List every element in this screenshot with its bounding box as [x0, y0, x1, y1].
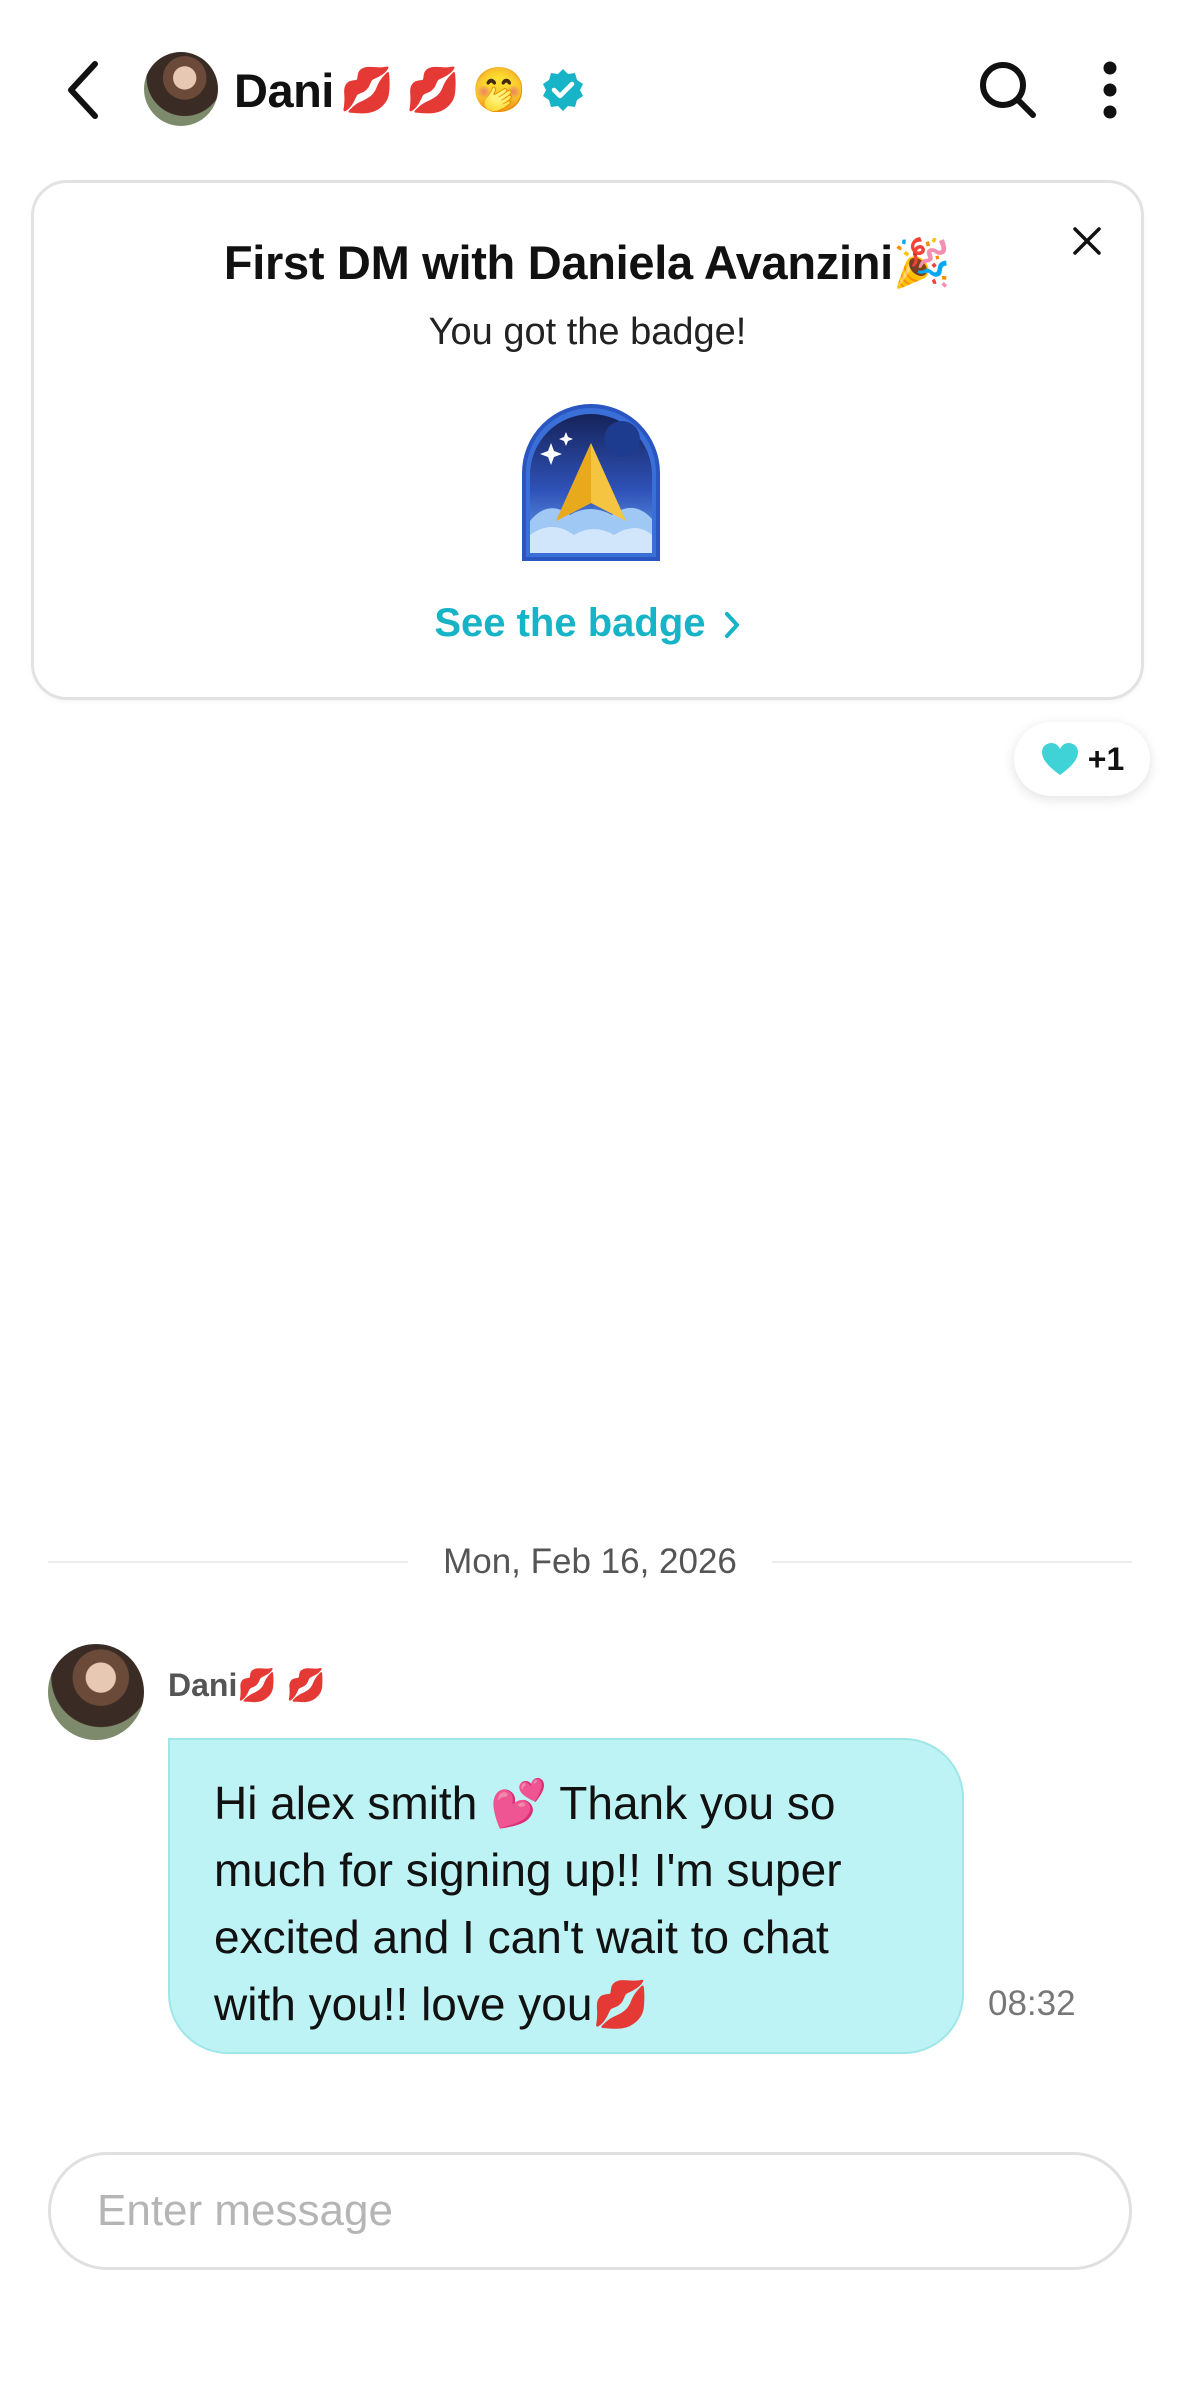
- badge-notification-card: First DM with Daniela Avanzini🎉 You got …: [31, 180, 1144, 700]
- paper-plane-badge-icon: [522, 404, 660, 561]
- divider-line-right: [772, 1561, 1132, 1563]
- more-vertical-icon: [1103, 61, 1117, 119]
- more-options-button[interactable]: [1080, 54, 1140, 126]
- chevron-right-icon: [724, 612, 739, 639]
- message-composer[interactable]: [48, 2152, 1132, 2270]
- heart-icon: [1041, 743, 1078, 775]
- see-badge-label: See the badge: [434, 601, 706, 645]
- date-divider: Mon, Feb 16, 2026: [48, 1536, 1132, 1586]
- avatar[interactable]: [144, 52, 218, 126]
- contact-name-emojis: 💋 💋 🤭: [339, 66, 527, 115]
- search-button[interactable]: [972, 54, 1044, 126]
- sender-avatar[interactable]: [48, 1644, 144, 1740]
- contact-name-text: Dani: [234, 63, 334, 117]
- verified-badge-icon: [543, 69, 584, 111]
- reaction-count: +1: [1087, 740, 1125, 777]
- see-badge-link[interactable]: See the badge: [34, 601, 1141, 646]
- badge-subtitle: You got the badge!: [428, 311, 747, 353]
- back-arrow-icon: [68, 61, 98, 119]
- search-icon: [980, 62, 1036, 118]
- reaction-pill[interactable]: +1: [1014, 722, 1150, 796]
- back-button[interactable]: [48, 50, 118, 130]
- contact-name[interactable]: Dani 💋 💋 🤭: [234, 58, 586, 122]
- sender-name: Dani💋 💋: [168, 1667, 326, 1703]
- message-input[interactable]: [95, 2185, 1129, 2237]
- badge-title: First DM with Daniela Avanzini🎉: [223, 236, 952, 289]
- message-bubble[interactable]: Hi alex smith 💕 Thank you so much for si…: [168, 1738, 964, 2054]
- chat-header: Dani 💋 💋 🤭: [0, 0, 1179, 180]
- message-timestamp: 08:32: [988, 1984, 1076, 2023]
- chat-screen: Dani 💋 💋 🤭 First DM with Daniela Avanzin…: [0, 0, 1179, 2396]
